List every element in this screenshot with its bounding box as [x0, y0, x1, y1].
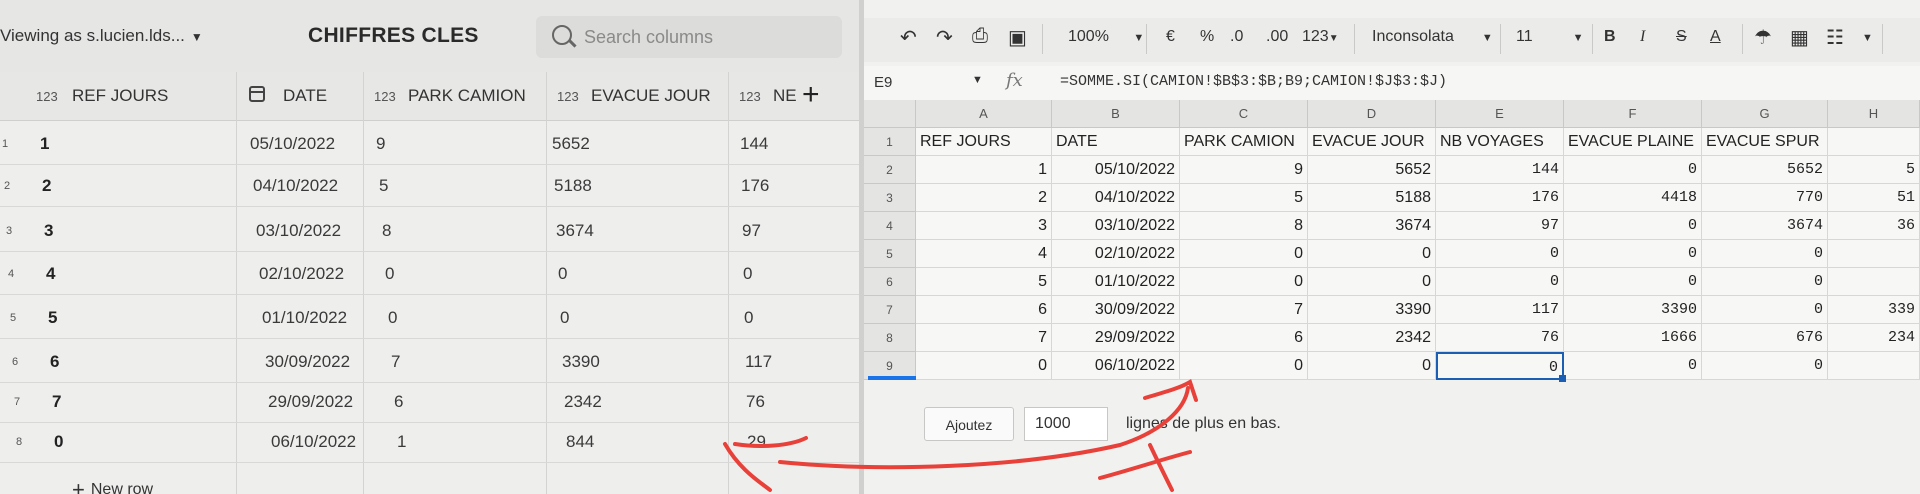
- red-arrow-annotation: [723, 379, 1198, 492]
